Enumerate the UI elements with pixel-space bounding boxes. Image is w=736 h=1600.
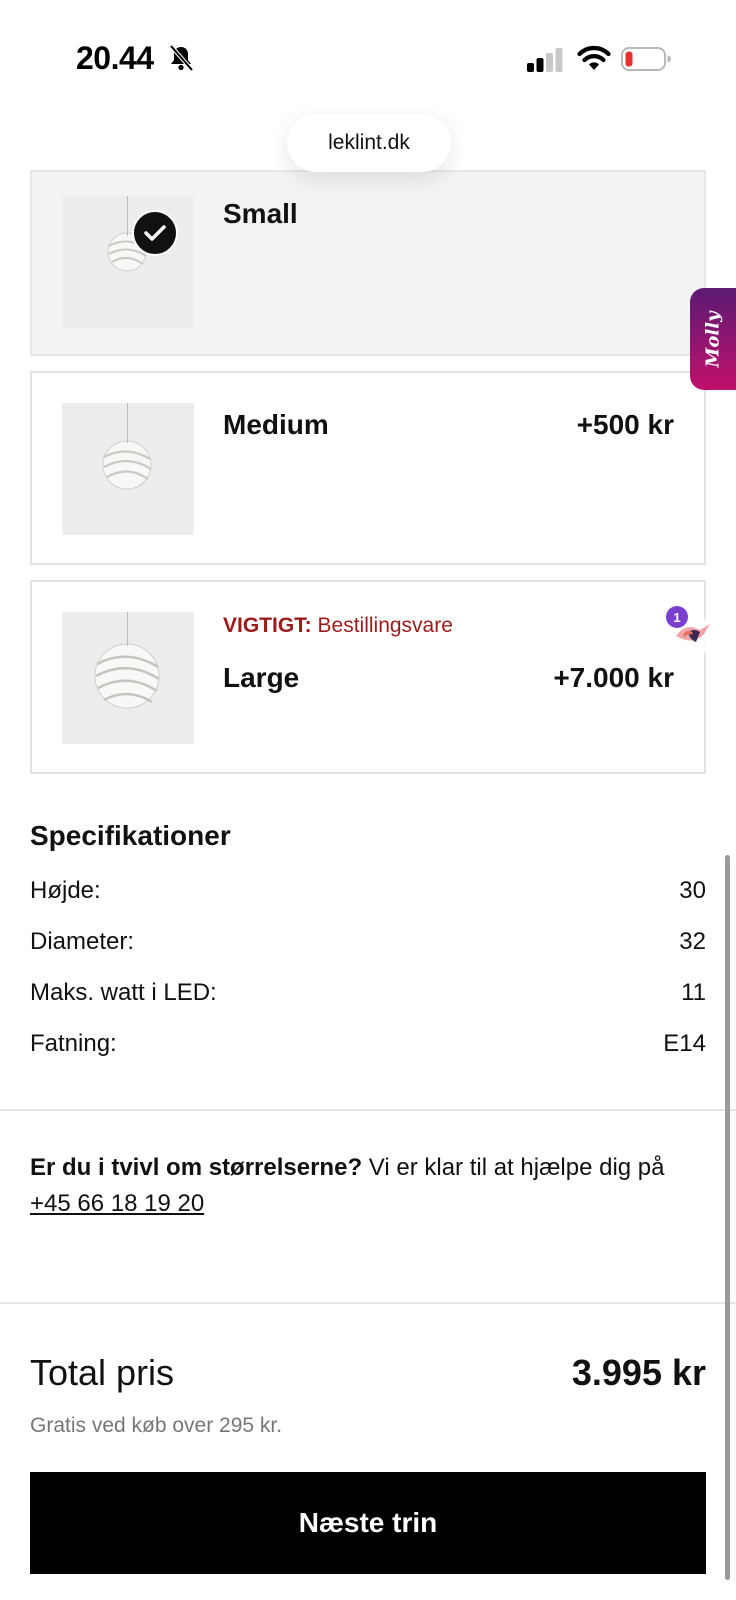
- notice-label: VIGTIGT:: [223, 614, 312, 637]
- phone-link[interactable]: +45 66 18 19 20: [30, 1190, 204, 1217]
- spec-row-socket: Fatning: E14: [30, 1030, 706, 1070]
- browser-address-bar[interactable]: leklint.dk: [287, 114, 451, 172]
- option-name: Medium: [223, 409, 329, 440]
- notice-text: Bestillingsvare: [317, 614, 453, 637]
- spec-row-max-watt: Maks. watt i LED: 11: [30, 979, 706, 1019]
- page-scrollbar[interactable]: [725, 855, 730, 1580]
- option-medium[interactable]: Medium +500 kr: [30, 371, 706, 565]
- next-step-button[interactable]: Næste trin: [30, 1472, 706, 1574]
- spec-value: 11: [681, 979, 706, 1006]
- help-question: Er du i tvivl om størrelserne?: [30, 1154, 363, 1181]
- status-bar: 20.44: [0, 0, 736, 110]
- cellular-signal-icon: [527, 48, 563, 72]
- total-price: 3.995 kr: [571, 1352, 706, 1393]
- bell-slash-icon: [169, 44, 194, 72]
- spec-value: 32: [679, 928, 706, 955]
- bird-assistant-widget[interactable]: 1: [664, 602, 724, 662]
- option-small[interactable]: Small: [30, 170, 706, 356]
- spec-row-height: Højde: 30: [30, 877, 706, 917]
- lamp-thumbnail-small: [62, 196, 194, 328]
- option-name: Small: [223, 198, 298, 229]
- option-price: +500 kr: [576, 409, 674, 440]
- lamp-thumbnail-large: [62, 612, 194, 744]
- lamp-icon: [107, 232, 147, 272]
- selected-check-icon: [132, 210, 178, 256]
- spec-row-diameter: Diameter: 32: [30, 928, 706, 968]
- specs-title: Specifikationer: [30, 820, 231, 851]
- spec-label: Maks. watt i LED:: [30, 979, 217, 1006]
- total-label: Total pris: [30, 1352, 175, 1393]
- notification-count-badge: 1: [666, 606, 688, 628]
- lamp-icon: [102, 440, 152, 490]
- option-name: Large: [223, 662, 300, 693]
- spec-label: Fatning:: [30, 1030, 117, 1057]
- order-item-notice: VIGTIGT: Bestillingsvare: [223, 614, 453, 638]
- option-large[interactable]: VIGTIGT: Bestillingsvare Large +7.000 kr: [30, 580, 706, 774]
- wifi-icon: [577, 45, 611, 70]
- status-time: 20.44: [76, 40, 154, 76]
- divider: [0, 1302, 736, 1304]
- shipping-note: Gratis ved køb over 295 kr.: [30, 1414, 283, 1437]
- lamp-icon: [94, 643, 160, 709]
- spec-value: 30: [679, 877, 706, 904]
- lamp-thumbnail-medium: [62, 403, 194, 535]
- spec-label: Diameter:: [30, 928, 135, 955]
- help-body: Vi er klar til at hjælpe dig på: [362, 1154, 665, 1181]
- option-price: +7.000 kr: [553, 662, 674, 693]
- spec-label: Højde:: [30, 877, 101, 904]
- molly-chat-tab[interactable]: Molly: [690, 288, 736, 390]
- battery-low-icon: [621, 47, 671, 71]
- spec-value: E14: [663, 1030, 706, 1057]
- molly-label: Molly: [702, 310, 724, 368]
- divider: [0, 1109, 736, 1111]
- size-help-text: Er du i tvivl om størrelserne? Vi er kla…: [30, 1150, 710, 1222]
